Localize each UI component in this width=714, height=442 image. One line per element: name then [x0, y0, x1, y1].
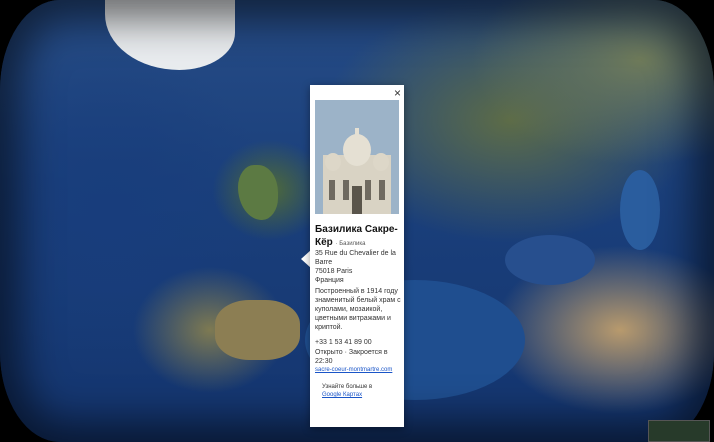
google-maps-link[interactable]: Google Картах	[322, 392, 362, 398]
hours-status: Открыто	[315, 349, 343, 356]
britain-landmass	[238, 165, 278, 220]
learn-more-prefix: Узнайте больше в	[322, 384, 373, 390]
place-description: Построенный в 1914 году знаменитый белый…	[315, 288, 401, 331]
address-line-2: 75018 Paris	[315, 268, 353, 275]
address-line-1: 35 Rue du Chevalier de la Barre	[315, 250, 396, 266]
place-website-link[interactable]: sacre-coeur-montmartre.com	[315, 367, 401, 373]
address-country: Франция	[315, 277, 344, 284]
layer-thumbnail[interactable]	[648, 420, 710, 442]
black-sea	[505, 235, 595, 285]
place-type: Базилика	[339, 241, 366, 247]
place-phone: +33 1 53 41 89 00	[315, 339, 372, 346]
close-icon[interactable]: ×	[394, 86, 401, 100]
place-title: Базилика Сакре-Кёр · Базилика	[315, 224, 398, 248]
place-hours: Открыто · Закроется в 22:30	[315, 349, 388, 365]
greenland-landmass	[105, 0, 235, 70]
caspian-sea	[620, 170, 660, 250]
place-address: 35 Rue du Chevalier de la Barre 75018 Pa…	[315, 249, 401, 285]
learn-more: Узнайте больше в Google Картах	[322, 383, 402, 399]
iberia-landmass	[215, 300, 300, 360]
basilica-photo[interactable]	[315, 100, 399, 214]
place-info-card: × Базилика Сакре-Кёр · Базилика 35 Rue d…	[310, 85, 404, 427]
